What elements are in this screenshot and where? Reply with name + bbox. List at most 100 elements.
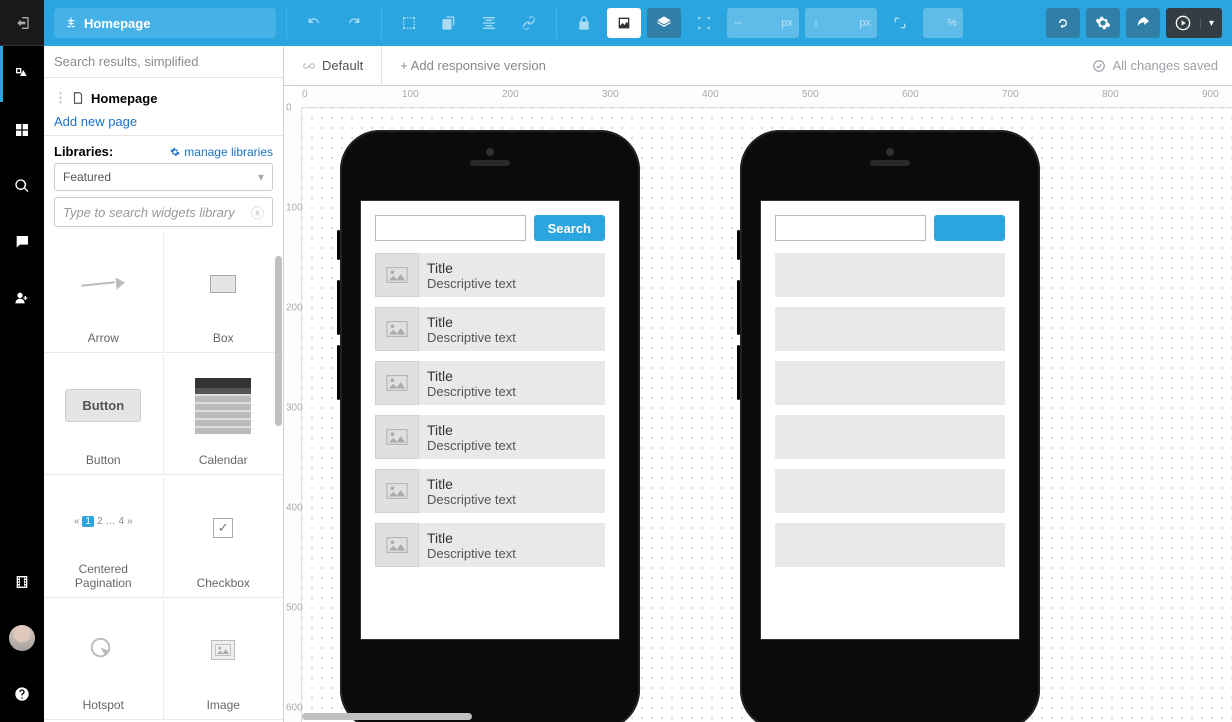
link-icon [521,15,537,31]
list-item[interactable]: TitleDescriptive text [375,307,605,351]
arrow-preview [50,239,157,328]
widget-checkbox[interactable]: ✓Checkbox [164,478,284,598]
list-item[interactable]: TitleDescriptive text [375,415,605,459]
image-toggle-button[interactable] [607,8,641,38]
widget-centered-pagination[interactable]: «12…4»Centered Pagination [44,478,164,598]
rail-search[interactable] [0,158,44,214]
mockup-search-input[interactable] [775,215,926,241]
widget-hotspot[interactable]: Hotspot [44,600,164,720]
list-item[interactable]: TitleDescriptive text [775,469,1005,513]
manage-libraries[interactable]: manage libraries [170,145,273,159]
undo-button[interactable] [297,8,331,38]
chevron-down-icon: ▾ [258,170,264,184]
ruler-tick: 200 [502,89,519,100]
rail-user[interactable] [0,270,44,326]
aspect-icon [892,15,908,31]
width-input[interactable]: px [727,8,799,38]
sitemap-icon [64,16,78,30]
widget-button[interactable]: ButtonButton [44,355,164,475]
list-item[interactable]: TitleDescriptive text [775,361,1005,405]
clear-icon[interactable]: ⓧ [251,203,264,222]
list-item[interactable]: TitleDescriptive text [375,469,605,513]
rail-elements[interactable] [0,46,44,102]
mockup-search-button[interactable]: Search [934,215,1005,241]
scrollbar-thumb[interactable] [275,256,282,426]
widget-label: Image [207,699,240,713]
list-item[interactable]: TitleDescriptive text [775,253,1005,297]
select-all-button[interactable] [392,8,426,38]
ruler-tick: 600 [286,703,303,714]
selection-tool-button[interactable] [687,8,721,38]
ruler-tick: 300 [286,403,303,414]
list-item[interactable]: TitleDescriptive text [775,415,1005,459]
widget-box[interactable]: Box [164,233,284,353]
rail-film[interactable] [0,554,44,610]
page-list: ⋮ Homepage Add new page [44,78,283,136]
ruler-tick: 100 [286,203,303,214]
page-item[interactable]: ⋮ Homepage [54,88,273,108]
link-button[interactable] [512,8,546,38]
libraries-label: Libraries: [54,144,113,159]
left-rail [0,0,44,722]
list-item[interactable]: TitleDescriptive text [375,253,605,297]
topbar: Homepage px px % ▾ [44,0,1232,46]
divider [286,7,287,39]
rail-help[interactable] [0,666,44,722]
panel-search[interactable]: Search results, simplified [44,46,283,78]
copy-button[interactable] [432,8,466,38]
list-item[interactable]: TitleDescriptive text [375,361,605,405]
ruler-tick: 300 [602,89,619,100]
align-button[interactable] [472,8,506,38]
phone-mockup-lofi[interactable]: Search TitleDescriptive text TitleDescrip… [740,130,1040,722]
list-item[interactable]: TitleDescriptive text [375,523,605,567]
gear-icon [1095,15,1111,31]
box-preview [170,239,278,328]
ruler-tick: 500 [286,603,303,614]
version-bar: Default + Add responsive version All cha… [284,46,1232,86]
list-item-desc: Descriptive text [427,492,516,507]
canvas: Default + Add responsive version All cha… [284,46,1232,722]
mockup-search-input[interactable] [375,215,526,241]
add-page-link[interactable]: Add new page [54,114,273,129]
library-search[interactable]: Type to search widgets library ⓧ [54,197,273,227]
aspect-lock-button[interactable] [883,8,917,38]
button-preview: Button [50,361,157,450]
list-item[interactable]: TitleDescriptive text [775,523,1005,567]
widget-arrow[interactable]: Arrow [44,233,164,353]
widget-image[interactable]: Image [164,600,284,720]
page-icon [71,91,85,105]
rail-avatar[interactable] [0,610,44,666]
phone-screen: Search TitleDescriptive text TitleDescrip… [360,200,620,640]
page-selector[interactable]: Homepage [54,8,276,38]
lock-button[interactable] [567,8,601,38]
ruler-tick: 100 [402,89,419,100]
library-select[interactable]: Featured ▾ [54,163,273,191]
rail-chat[interactable] [0,214,44,270]
version-tab-default[interactable]: Default [284,46,382,85]
design-surface[interactable]: Search TitleDescriptive text TitleDescrip… [302,108,1232,722]
add-responsive-version[interactable]: + Add responsive version [382,58,564,73]
phone-mockup-detailed[interactable]: Search TitleDescriptive text TitleDescrip… [340,130,640,722]
preview-button[interactable]: ▾ [1166,8,1222,38]
rail-components[interactable] [0,102,44,158]
settings-button[interactable] [1086,8,1120,38]
widget-calendar[interactable]: Calendar [164,355,284,475]
redo-button[interactable] [337,8,371,38]
check-circle-icon [1092,59,1106,73]
ruler-tick: 200 [286,303,303,314]
list-item[interactable]: TitleDescriptive text [775,307,1005,351]
layers-button[interactable] [647,8,681,38]
image-preview [170,606,278,695]
sync-button[interactable] [1046,8,1080,38]
height-input[interactable]: px [805,8,877,38]
mockup-search-button[interactable]: Search [534,215,605,241]
share-button[interactable] [1126,8,1160,38]
ruler-tick: 0 [302,89,308,100]
preview-menu[interactable]: ▾ [1200,18,1222,29]
ruler-horizontal: 0100200300400500600700800900 [302,86,1232,108]
height-icon [811,18,821,28]
scrollbar-thumb[interactable] [302,713,472,720]
percent-input[interactable]: % [923,8,963,38]
rail-exit[interactable] [0,0,44,46]
gear-small-icon [170,147,180,157]
